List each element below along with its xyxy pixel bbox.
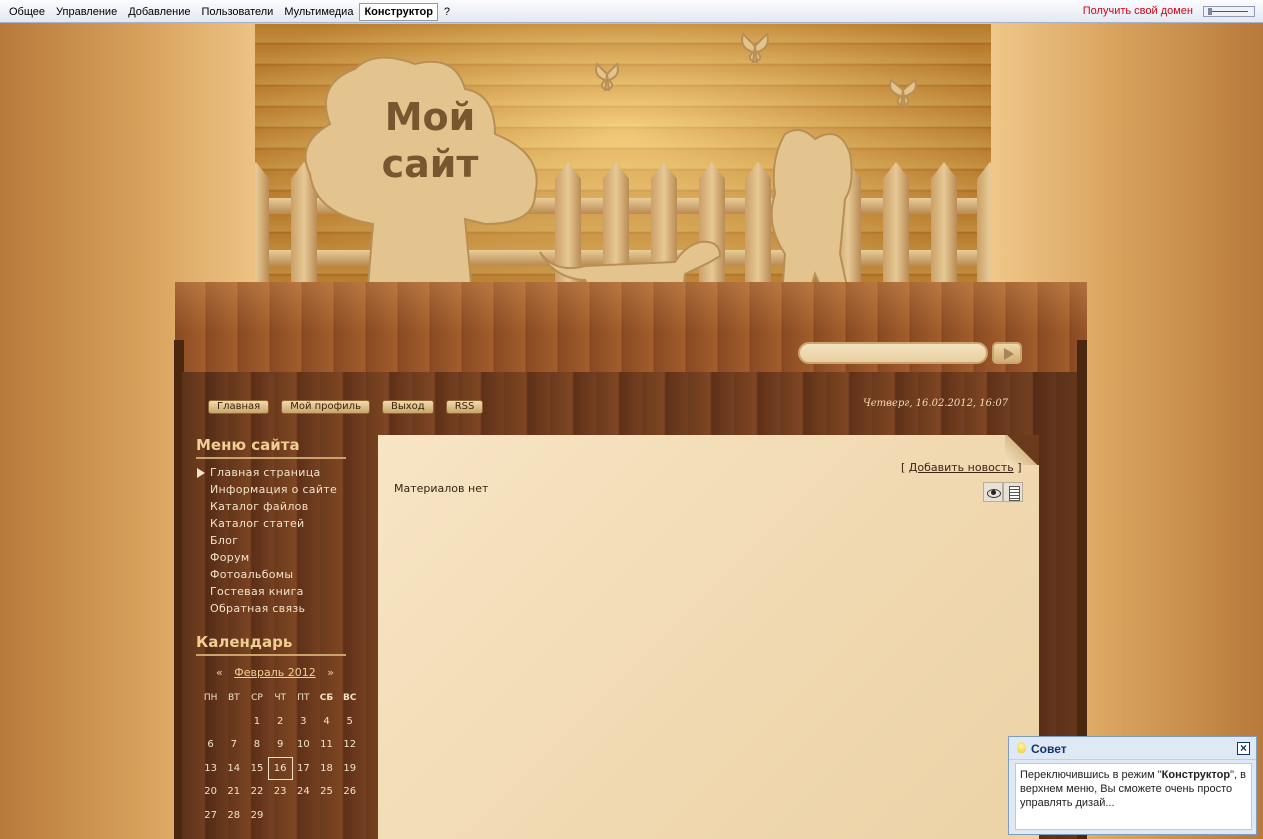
menu-item-forum[interactable]: Форум: [196, 549, 337, 566]
admin-toolbar: Общее Управление Добавление Пользователи…: [0, 0, 1263, 23]
calendar-week: 13 14 15 16 17 18 19: [199, 756, 361, 781]
calendar-weekday: СБ: [319, 692, 334, 703]
calendar-week: 6 7 8 9 10 11 12: [199, 733, 361, 757]
add-news: [ Добавить новость ]: [901, 461, 1022, 474]
butterfly-icon: [595, 62, 619, 92]
admin-menu-add[interactable]: Добавление: [123, 3, 195, 21]
admin-menu-help[interactable]: ?: [439, 3, 455, 21]
boy-illustration: [770, 129, 853, 294]
calendar-day[interactable]: 28: [222, 810, 245, 821]
empty-materials-text: Материалов нет: [394, 482, 489, 495]
admin-menu-users[interactable]: Пользователи: [197, 3, 279, 21]
calendar-day[interactable]: 7: [222, 739, 245, 750]
calendar-weekday: ВС: [342, 692, 357, 703]
add-news-link[interactable]: Добавить новость: [909, 461, 1014, 474]
calendar-day[interactable]: 16: [267, 756, 293, 780]
menu-item-blog[interactable]: Блог: [196, 532, 337, 549]
menu-item-articles[interactable]: Каталог статей: [196, 515, 337, 532]
calendar-weekday: ПН: [203, 692, 218, 703]
menu-block-title: Меню сайта: [196, 436, 346, 459]
calendar-day[interactable]: 22: [245, 786, 268, 797]
current-date: Четверг, 16.02.2012, 16:07: [863, 398, 1009, 409]
calendar-day[interactable]: 6: [199, 739, 222, 750]
calendar-day[interactable]: 24: [292, 786, 315, 797]
calendar-day[interactable]: 13: [199, 763, 222, 774]
menu-item-files[interactable]: Каталог файлов: [196, 498, 337, 515]
calendar-day[interactable]: 17: [292, 763, 315, 774]
calendar-day[interactable]: 27: [199, 810, 222, 821]
menu-item-feedback[interactable]: Обратная связь: [196, 600, 337, 617]
butterfly-icon: [741, 32, 769, 64]
search-input[interactable]: [798, 342, 988, 364]
calendar-week: 12345: [199, 710, 361, 734]
calendar-header: « Февраль 2012 »: [196, 666, 354, 679]
calendar-day[interactable]: 4: [315, 716, 338, 727]
tip-title: Совет: [1031, 742, 1067, 756]
calendar-day[interactable]: 1: [245, 716, 268, 727]
calendar-weekdays: ПН ВТ СР ЧТ ПТ СБ ВС: [199, 686, 361, 710]
content-area: [378, 435, 1039, 839]
calendar-day[interactable]: 10: [292, 739, 315, 750]
calendar-day[interactable]: 3: [292, 716, 315, 727]
get-domain-link[interactable]: Получить свой домен: [1083, 5, 1193, 17]
calendar-day[interactable]: 15: [245, 763, 268, 774]
nav-logout-button[interactable]: Выход: [381, 400, 434, 414]
nav-profile-button[interactable]: Мой профиль: [281, 400, 370, 414]
calendar-weekday: ПТ: [297, 692, 310, 703]
calendar-day[interactable]: 19: [338, 763, 361, 774]
menu-item-about[interactable]: Информация о сайте: [196, 481, 337, 498]
calendar-prev-link[interactable]: «: [216, 666, 223, 679]
calendar-day[interactable]: 29: [245, 810, 268, 821]
toolbar-slider[interactable]: [1203, 6, 1255, 17]
calendar-day[interactable]: 14: [222, 763, 245, 774]
eye-icon[interactable]: [983, 482, 1003, 502]
calendar-weekday: ЧТ: [274, 692, 286, 703]
lightbulb-icon: [1017, 742, 1026, 753]
tip-header: Совет ×: [1009, 737, 1256, 760]
site-menu: Главная страница Информация о сайте Ката…: [196, 464, 337, 617]
admin-menu-general[interactable]: Общее: [4, 3, 50, 21]
admin-menu-management[interactable]: Управление: [51, 3, 122, 21]
calendar-day[interactable]: 12: [338, 739, 361, 750]
calendar-grid: ПН ВТ СР ЧТ ПТ СБ ВС 1 2 3 4 5 6 7 8 9 10 11 12 13 14 15 16 17 1…: [199, 686, 361, 827]
menu-item-guestbook[interactable]: Гостевая книга: [196, 583, 337, 600]
tip-text: Переключившись в режим "Конструктор", в …: [1015, 763, 1252, 830]
calendar-day[interactable]: 26: [338, 786, 361, 797]
calendar-day[interactable]: 8: [245, 739, 268, 750]
calendar-day[interactable]: 23: [269, 786, 292, 797]
search-submit-button[interactable]: [992, 342, 1022, 364]
calendar-month-link[interactable]: Февраль 2012: [234, 666, 315, 679]
nav-rss-button[interactable]: RSS: [445, 400, 484, 414]
site-title[interactable]: Мой сайт: [365, 94, 495, 188]
butterfly-icon: [889, 78, 917, 108]
close-icon[interactable]: ×: [1237, 742, 1250, 755]
calendar-day[interactable]: 20: [199, 786, 222, 797]
admin-menu-constructor[interactable]: Конструктор: [359, 2, 438, 21]
calendar-next-link[interactable]: »: [327, 666, 334, 679]
top-navigation: Главная Мой профиль Выход RSS: [208, 400, 495, 414]
admin-menu: Общее Управление Добавление Пользователи…: [4, 0, 456, 23]
calendar-day[interactable]: 11: [315, 739, 338, 750]
calendar-day[interactable]: 21: [222, 786, 245, 797]
calendar-day[interactable]: 9: [269, 739, 292, 750]
menu-item-photos[interactable]: Фотоальбомы: [196, 566, 337, 583]
calendar-day[interactable]: 5: [338, 716, 361, 727]
doc-icon[interactable]: [1003, 482, 1023, 502]
calendar-week: 27 28 29: [199, 804, 361, 828]
calendar-block-title: Календарь: [196, 633, 346, 656]
calendar-day[interactable]: 18: [315, 763, 338, 774]
admin-menu-multimedia[interactable]: Мультимедиа: [279, 3, 358, 21]
calendar-day[interactable]: 25: [315, 786, 338, 797]
tip-mode-name: Конструктор: [1161, 769, 1231, 781]
tip-popup: Совет × Переключившись в режим "Конструк…: [1008, 736, 1257, 835]
calendar-week: 20 21 22 23 24 25 26: [199, 780, 361, 804]
calendar-weekday: ВТ: [227, 692, 240, 703]
calendar-weekday: СР: [251, 692, 263, 703]
menu-item-home[interactable]: Главная страница: [196, 464, 337, 481]
nav-home-button[interactable]: Главная: [208, 400, 270, 414]
calendar-day[interactable]: 2: [269, 716, 292, 727]
